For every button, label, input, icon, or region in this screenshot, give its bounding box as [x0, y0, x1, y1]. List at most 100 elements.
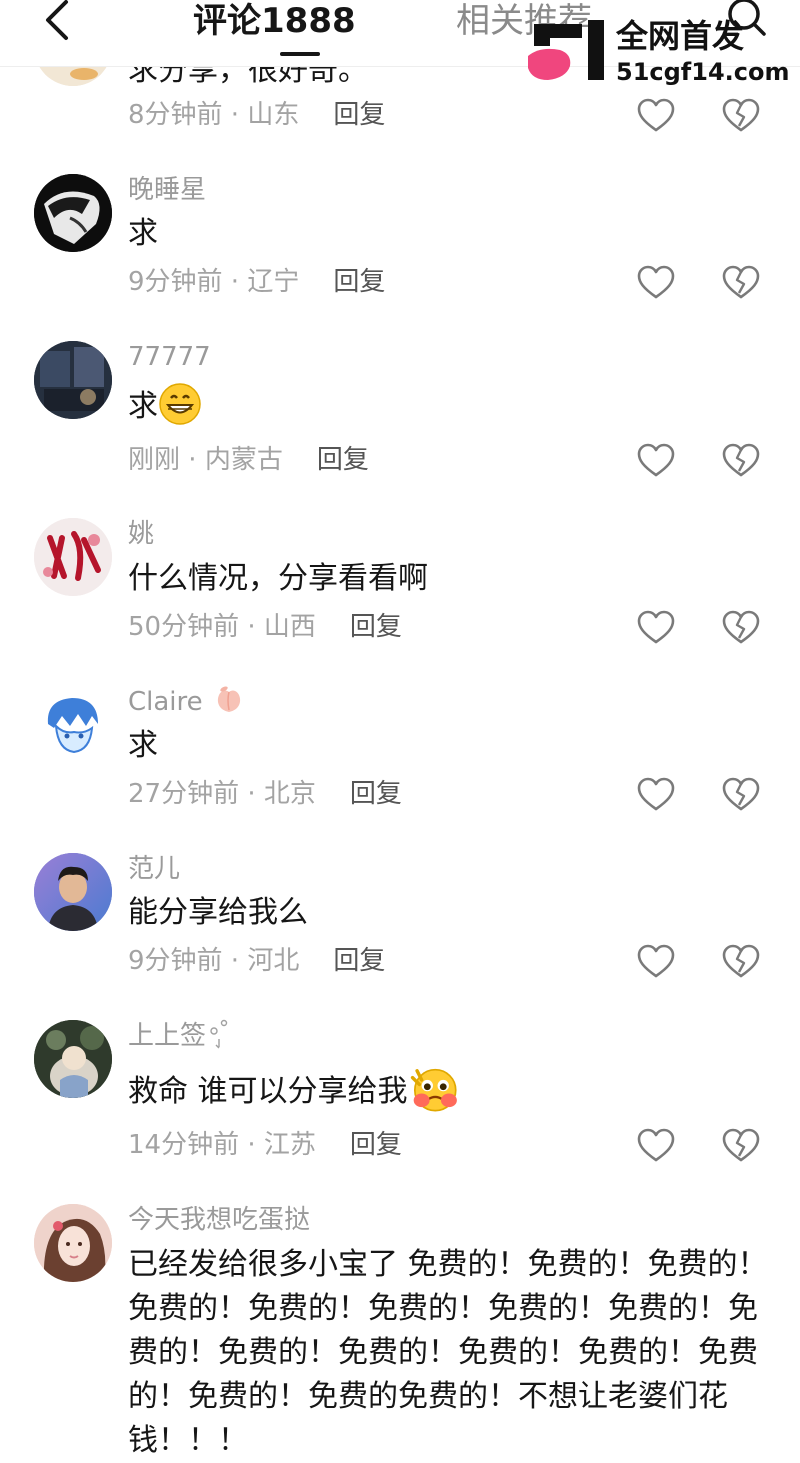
reply-button[interactable]: 回复 — [350, 612, 402, 642]
reply-button[interactable]: 回复 — [333, 267, 385, 297]
meta-separator: · — [239, 612, 264, 642]
meta-separator: · — [239, 1130, 264, 1160]
watermark-logo-icon — [528, 20, 604, 80]
avatar[interactable] — [34, 174, 112, 252]
comment-time: 8分钟前 — [128, 100, 223, 130]
comments-page: 求分享，很好奇。 8分钟前 · 山东回复 晚睡星 求 9分钟前 · 辽宁回复 — [0, 0, 800, 1463]
broken-heart-icon — [722, 1128, 760, 1162]
like-button[interactable] — [637, 265, 675, 301]
broken-heart-icon — [722, 610, 760, 644]
comment-time: 14分钟前 — [128, 1130, 240, 1160]
comment-meta: 8分钟前 · 山东 回复 — [128, 98, 385, 132]
meta-separator: · — [222, 100, 248, 130]
avatar[interactable] — [34, 1204, 112, 1282]
comment-location: 北京 — [263, 779, 316, 809]
dislike-button[interactable] — [722, 610, 760, 646]
avatar[interactable] — [34, 341, 112, 419]
active-tab-indicator — [280, 52, 320, 56]
comment-text: 求 — [128, 216, 158, 251]
meta-separator: · — [222, 946, 248, 976]
heart-icon — [637, 610, 675, 644]
reply-button[interactable]: 回复 — [333, 100, 385, 130]
dislike-button[interactable] — [722, 98, 760, 134]
comment-text-body: 救命 谁可以分享给我 — [128, 1074, 408, 1109]
reply-button[interactable]: 回复 — [350, 1130, 402, 1160]
comment-location: 辽宁 — [247, 267, 300, 297]
tab-comments[interactable]: 评论1888 — [193, 0, 356, 42]
dislike-button[interactable] — [722, 1128, 760, 1164]
broken-heart-icon — [722, 98, 760, 132]
reply-button[interactable]: 回复 — [350, 779, 402, 809]
comment-location: 山东 — [247, 100, 300, 130]
comment-username-text: Claire — [128, 687, 203, 717]
avatar[interactable] — [34, 518, 112, 596]
comment-location: 山西 — [263, 612, 316, 642]
comment-text: 求 — [128, 382, 768, 429]
comment-username[interactable]: Claire — [128, 686, 245, 718]
like-button[interactable] — [637, 443, 675, 479]
like-button[interactable] — [637, 944, 675, 980]
heart-icon — [637, 1128, 675, 1162]
reply-button[interactable]: 回复 — [333, 946, 385, 976]
heart-icon — [637, 98, 675, 132]
pleading-emoji-icon — [410, 1068, 457, 1111]
broken-heart-icon — [722, 944, 760, 978]
chevron-left-icon — [46, 0, 68, 40]
comment-meta: 9分钟前 · 辽宁 回复 — [128, 265, 385, 299]
comment-meta: 27分钟前 · 北京 回复 — [128, 777, 402, 811]
broken-heart-icon — [722, 777, 760, 811]
comment-time: 27分钟前 — [128, 779, 240, 809]
watermark-title: 全网首发 — [616, 17, 745, 55]
comment-username[interactable]: 晚睡星 — [128, 174, 206, 206]
comment-username[interactable]: 姚 — [128, 518, 154, 550]
dislike-button[interactable] — [722, 443, 760, 479]
grinning-emoji-icon — [159, 382, 201, 425]
sparkle-icon — [210, 1019, 228, 1048]
heart-icon — [637, 944, 675, 978]
comment-time: 9分钟前 — [128, 946, 223, 976]
meta-separator: · — [239, 779, 264, 809]
dislike-button[interactable] — [722, 944, 760, 980]
dislike-button[interactable] — [722, 777, 760, 813]
comment-username[interactable]: 上上签 — [128, 1019, 230, 1052]
dislike-button[interactable] — [722, 265, 760, 301]
comment-meta: 9分钟前 · 河北 回复 — [128, 944, 385, 978]
comment-meta: 50分钟前 · 山西 回复 — [128, 610, 402, 644]
peach-icon — [217, 686, 240, 712]
comment-location: 河北 — [247, 946, 300, 976]
broken-heart-icon — [722, 265, 760, 299]
comment-time: 50分钟前 — [128, 612, 240, 642]
meta-separator: · — [180, 445, 205, 475]
broken-heart-icon — [722, 443, 760, 477]
comment-location: 内蒙古 — [204, 445, 283, 475]
comment-meta: 14分钟前 · 江苏 回复 — [128, 1128, 402, 1162]
comment-text: 已经发给很多小宝了 免费的！免费的！免费的！免费的！免费的！免费的！免费的！免费… — [128, 1247, 768, 1458]
comment-text: 求 — [128, 728, 158, 763]
like-button[interactable] — [637, 98, 675, 134]
back-button[interactable] — [38, 0, 78, 44]
avatar[interactable] — [34, 853, 112, 931]
comment-username-text: 上上签 — [128, 1021, 207, 1051]
watermark: 全网首发 51cgf14.com — [526, 16, 790, 86]
heart-icon — [637, 265, 675, 299]
comment-username[interactable]: 77777 — [128, 341, 211, 373]
comment-text: 救命 谁可以分享给我 — [128, 1068, 768, 1114]
comment-username[interactable]: 今天我想吃蛋挞 — [128, 1204, 310, 1236]
like-button[interactable] — [637, 777, 675, 813]
comment-text: 能分享给我么 — [128, 895, 308, 930]
heart-icon — [637, 777, 675, 811]
reply-button[interactable]: 回复 — [317, 445, 369, 475]
avatar[interactable] — [34, 1020, 112, 1098]
comment-location: 江苏 — [263, 1130, 316, 1160]
like-button[interactable] — [637, 1128, 675, 1164]
heart-icon — [637, 443, 675, 477]
comment-text-body: 求 — [128, 389, 158, 424]
like-button[interactable] — [637, 610, 675, 646]
meta-separator: · — [222, 267, 248, 297]
watermark-url: 51cgf14.com — [616, 58, 790, 86]
comment-username[interactable]: 范儿 — [128, 853, 180, 885]
comment-time: 刚刚 — [128, 445, 181, 475]
comment-meta: 刚刚 · 内蒙古 回复 — [128, 443, 369, 477]
avatar[interactable] — [34, 686, 112, 764]
comment-text: 什么情况，分享看看啊 — [128, 561, 428, 596]
